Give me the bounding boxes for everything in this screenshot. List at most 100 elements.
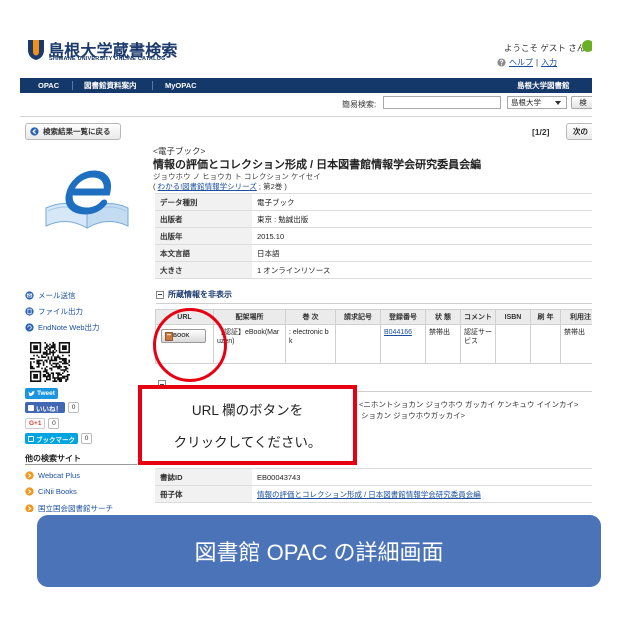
- hatena-bookmark[interactable]: ブックマーク 0: [25, 433, 92, 444]
- divider: [20, 116, 592, 117]
- field-value: 日本語: [252, 244, 592, 262]
- field-value: EB00043743: [252, 468, 592, 486]
- field-label: 書誌ID: [155, 468, 252, 486]
- webcat-plus-label: Webcat Plus: [38, 471, 80, 480]
- field-value: 東京 : 勉誠出版: [252, 210, 592, 228]
- tweet-button[interactable]: Tweet: [25, 388, 58, 399]
- table-row: データ種別 電子ブック: [155, 193, 592, 211]
- field-label: 大きさ: [155, 261, 252, 279]
- gplus-share[interactable]: G+1 0: [25, 418, 60, 429]
- endnote-label: EndNote Web出力: [38, 323, 100, 332]
- file-export-icon: [25, 307, 34, 316]
- callout-line-2: クリックしてください。: [173, 435, 322, 450]
- qr-code: [30, 342, 70, 382]
- registration-number-cell: B044166: [380, 324, 426, 364]
- nav-divider: [152, 81, 153, 90]
- instruction-callout: URL 欄のボタンを クリックしてください。: [138, 385, 357, 465]
- column-header: 状 態: [425, 309, 461, 325]
- cinii-books-label: CiNii Books: [38, 487, 77, 496]
- file-export-label: ファイル出力: [38, 307, 83, 316]
- hatena-icon: [28, 435, 34, 442]
- column-header: 利用注: [560, 309, 592, 325]
- file-export-action[interactable]: ファイル出力: [25, 306, 83, 317]
- email-action-label: メール送信: [38, 291, 76, 300]
- like-button[interactable]: いいね！: [25, 402, 65, 413]
- highlight-circle: [153, 308, 227, 382]
- registration-number-link[interactable]: B044166: [384, 329, 412, 336]
- webcat-plus-link[interactable]: Webcat Plus: [25, 471, 80, 480]
- nav-library-guide[interactable]: 図書館資料案内: [84, 78, 137, 93]
- search-button[interactable]: 検: [571, 96, 592, 109]
- table-row: 大きさ 1 オンラインリソース: [155, 261, 592, 279]
- mail-icon: [25, 291, 34, 300]
- nav-library-link[interactable]: 島根大学図書館: [517, 78, 570, 93]
- field-label: データ種別: [155, 193, 252, 211]
- isbn-cell: [495, 324, 531, 364]
- volume-cell: : electronic bk: [285, 324, 336, 364]
- next-record-button[interactable]: 次の: [566, 123, 592, 140]
- call-number-cell: [335, 324, 381, 364]
- holdings-header-row: URL 配架場所 巻 次 請求記号 登録番号 状 態 コメント ISBN 刷 年…: [155, 309, 592, 325]
- comment-cell: 認証サービス: [460, 324, 496, 364]
- status-indicator-icon: [582, 40, 592, 52]
- status-cell: 禁帯出: [425, 324, 461, 364]
- bookmark-button[interactable]: ブックマーク: [25, 433, 78, 444]
- twitter-bird-icon: [28, 390, 35, 396]
- series-open-paren: (: [153, 182, 156, 191]
- field-value: 2015.10: [252, 227, 592, 245]
- column-header: 巻 次: [285, 309, 336, 325]
- email-action[interactable]: メール送信: [25, 290, 76, 301]
- bookmark-label: ブックマーク: [36, 436, 75, 444]
- gplus-count: 0: [48, 418, 60, 429]
- back-to-results-button[interactable]: 検索結果一覧に戻る: [25, 123, 121, 140]
- help-icon[interactable]: [497, 58, 506, 67]
- cinii-books-link[interactable]: CiNii Books: [25, 487, 77, 496]
- series-line: ( わかる!図書館情報学シリーズ ; 第2巻 ): [153, 181, 287, 192]
- series-link[interactable]: わかる!図書館情報学シリーズ: [158, 182, 257, 191]
- column-header: 刷 年: [530, 309, 561, 325]
- quick-search-input[interactable]: [383, 96, 501, 109]
- record-title: 情報の評価とコレクション形成 / 日本図書館情報学会研究委員会編: [153, 159, 482, 171]
- caption-text: 図書館 OPAC の詳細画面: [194, 540, 444, 565]
- back-to-results-label: 検索結果一覧に戻る: [43, 127, 111, 136]
- table-row: 冊子体 情報の評価とコレクション形成 / 日本図書館情報学会研究委員会編: [155, 485, 592, 503]
- facebook-like[interactable]: いいね！ 0: [25, 402, 79, 413]
- divider: [25, 464, 137, 465]
- column-header: 請求記号: [335, 309, 381, 325]
- like-count: 0: [68, 402, 79, 413]
- ndl-search-link[interactable]: 国立国会図書館サーチ: [25, 503, 113, 512]
- nav-myopac[interactable]: MyOPAC: [165, 78, 197, 93]
- main-nav: OPAC 図書館資料案内 MyOPAC 島根大学図書館: [20, 78, 592, 93]
- search-scope-value: 島根大学: [511, 98, 541, 107]
- external-search-icon: [25, 504, 34, 512]
- ebook-icon: [40, 168, 135, 232]
- field-label: 冊子体: [155, 485, 252, 503]
- print-edition-link[interactable]: 情報の評価とコレクション形成 / 日本図書館情報学会研究委員会編: [257, 490, 481, 499]
- nav-opac[interactable]: OPAC: [38, 78, 59, 93]
- holdings-toggle[interactable]: 所蔵情報を非表示: [156, 289, 592, 304]
- bibliographic-table-lower: 書誌ID EB00043743 冊子体 情報の評価とコレクション形成 / 日本図書館…: [155, 468, 592, 503]
- search-scope-select[interactable]: 島根大学: [507, 96, 567, 109]
- quick-search-label: 簡易検索:: [342, 100, 377, 109]
- tweet-share[interactable]: Tweet: [25, 388, 58, 399]
- series-close-paren: ): [284, 182, 287, 191]
- table-row: 本文言語 日本語: [155, 244, 592, 262]
- endnote-action[interactable]: EndNote Web出力: [25, 322, 100, 333]
- external-search-icon: [25, 487, 34, 496]
- column-header: コメント: [460, 309, 496, 325]
- callout-line-1: URL 欄のボタンを: [191, 403, 304, 418]
- back-arrow-icon: [30, 127, 39, 136]
- input-help-link[interactable]: 入力: [541, 57, 557, 68]
- gplus-button[interactable]: G+1: [25, 418, 46, 429]
- series-volume: ; 第2巻: [258, 182, 283, 191]
- bibliographic-table: データ種別 電子ブック 出版者 東京 : 勉誠出版 出版年 2015.10 本文言語日…: [155, 193, 592, 279]
- field-value: 1 オンラインリソース: [252, 261, 592, 279]
- table-row: 出版者 東京 : 勉誠出版: [155, 210, 592, 228]
- endnote-icon: [25, 323, 34, 332]
- bookmark-count: 0: [81, 433, 92, 444]
- help-link[interactable]: ヘルプ: [509, 57, 533, 68]
- welcome-message: ようこそ ゲスト さん: [504, 43, 586, 53]
- facebook-icon: [28, 404, 34, 411]
- column-header: 登録番号: [380, 309, 426, 325]
- author-heading-reading: ショカン ジョウホウガッカイ>: [361, 411, 465, 420]
